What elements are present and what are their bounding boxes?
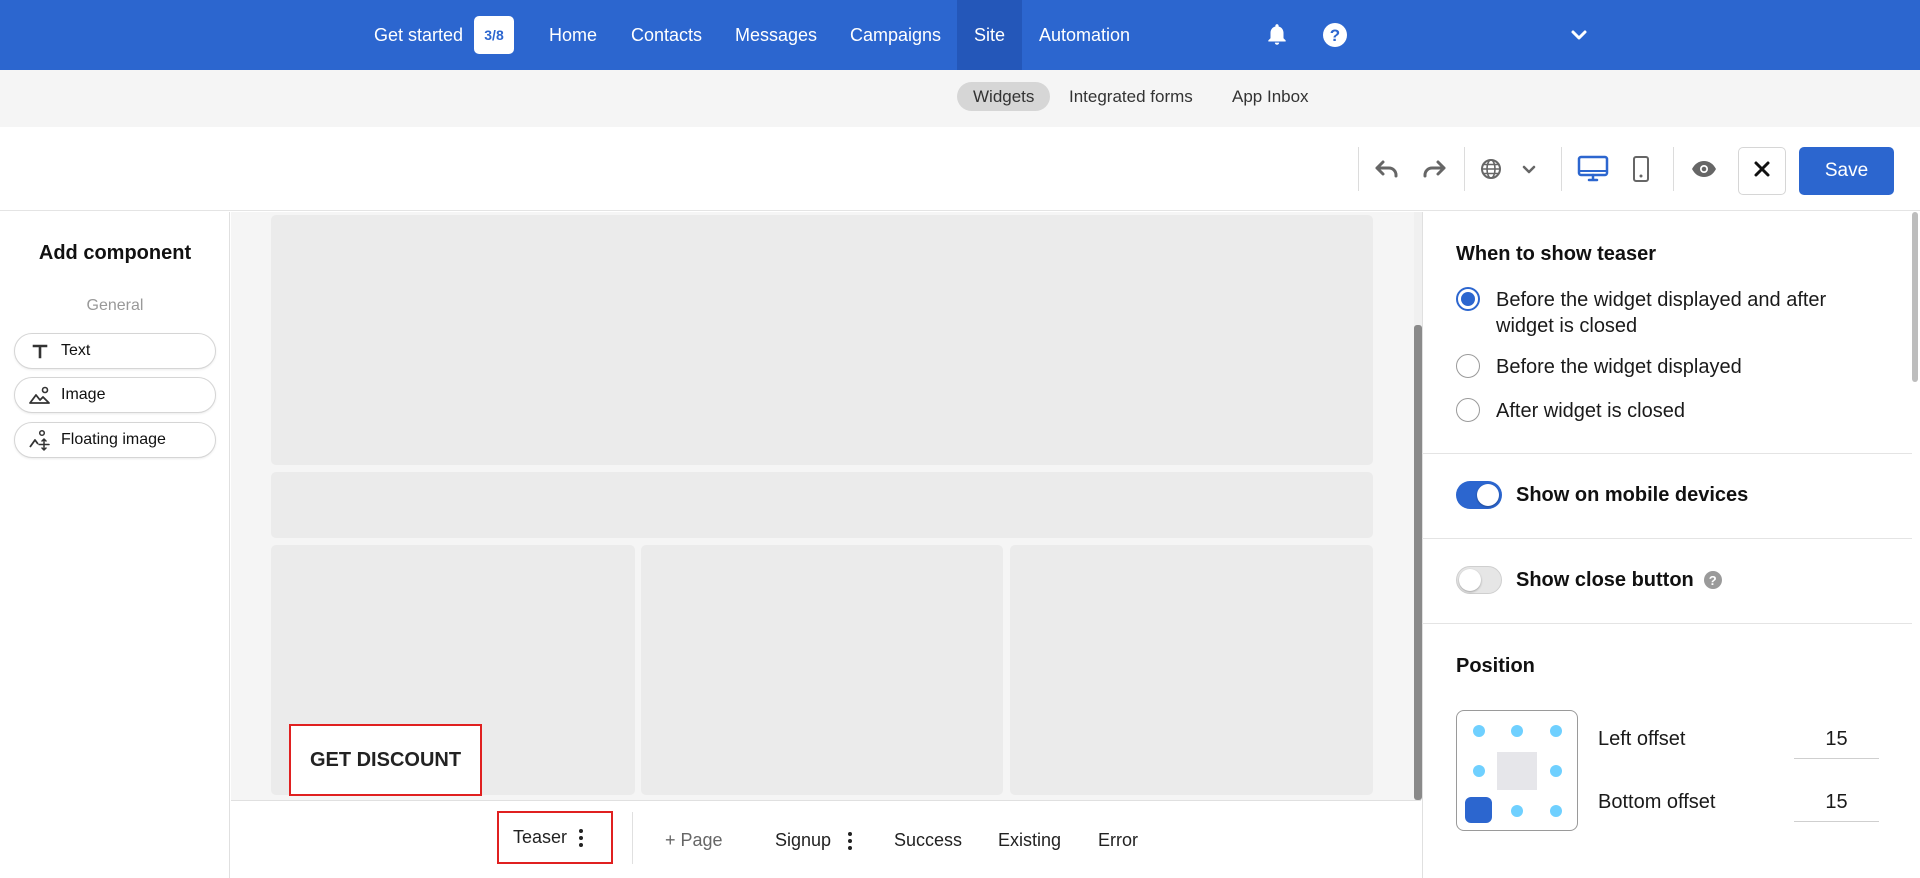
settings-scrollbar[interactable] [1912,212,1918,382]
nav-automation[interactable]: Automation [1039,0,1130,70]
left-offset-input[interactable]: 15 [1794,719,1879,759]
bottom-offset-input[interactable]: 15 [1794,782,1879,822]
save-button[interactable]: Save [1799,147,1894,195]
tab-existing[interactable]: Existing [998,801,1061,878]
position-center-preview [1497,752,1537,790]
show-close-button-toggle[interactable] [1456,566,1502,594]
section-divider [1422,623,1912,624]
radio-after-closed[interactable]: After widget is closed [1456,398,1685,424]
subnav-integrated-forms[interactable]: Integrated forms [1069,82,1193,111]
plus-icon: + [665,830,681,850]
bottom-offset-label: Bottom offset [1598,791,1716,813]
add-page-tab[interactable]: + Page [665,801,723,878]
nav-home[interactable]: Home [549,0,597,70]
section-label: General [86,297,144,314]
image-icon [29,384,51,406]
component-label: Text [61,342,91,359]
position-bottom-right[interactable] [1550,805,1562,817]
eye-icon[interactable] [1690,149,1718,189]
bell-icon[interactable] [1264,0,1290,70]
toolbar-divider [1358,147,1359,191]
placeholder-block[interactable] [1010,545,1373,795]
section-divider [1422,453,1912,454]
radio-before-displayed[interactable]: Before the widget displayed [1456,354,1742,380]
position-picker[interactable] [1456,710,1578,831]
position-top-left[interactable] [1473,725,1485,737]
tab-error[interactable]: Error [1098,801,1138,878]
show-on-mobile-toggle[interactable] [1456,481,1502,509]
position-bottom-center[interactable] [1511,805,1523,817]
page-tabs-bar: + Page Signup Success Existing Error [231,800,1421,878]
subnav-app-inbox[interactable]: App Inbox [1232,82,1309,111]
component-label: Image [61,386,106,403]
position-middle-left[interactable] [1473,765,1485,777]
nav-contacts[interactable]: Contacts [631,0,702,70]
tab-success[interactable]: Success [894,801,962,878]
close-icon [1753,160,1771,183]
mobile-icon[interactable] [1628,149,1654,189]
position-heading: Position [1456,655,1535,677]
nav-campaigns[interactable]: Campaigns [850,0,941,70]
component-text[interactable]: Text [14,333,216,369]
nav-messages[interactable]: Messages [735,0,817,70]
position-top-right[interactable] [1550,725,1562,737]
globe-icon[interactable] [1478,149,1504,189]
position-middle-right[interactable] [1550,765,1562,777]
add-component-panel: Add component General Text Image Floatin… [0,212,230,878]
chevron-down-icon[interactable] [1570,0,1588,70]
widget-canvas[interactable] [231,212,1421,800]
floating-image-icon [29,429,51,451]
component-label: Floating image [61,431,166,448]
nav-site[interactable]: Site [957,0,1023,70]
nav-get-started[interactable]: Get started [374,0,463,70]
more-options-icon[interactable] [579,828,584,847]
toolbar-divider [1561,147,1562,191]
toolbar-divider [1464,147,1465,191]
help-icon[interactable]: ? [1322,0,1348,70]
component-image[interactable]: Image [14,377,216,413]
progress-badge[interactable]: 3/8 [474,16,514,54]
desktop-icon[interactable] [1576,149,1610,189]
close-button[interactable] [1738,147,1786,195]
undo-icon[interactable] [1372,149,1402,189]
teaser-button[interactable]: GET DISCOUNT [289,724,482,796]
svg-text:?: ? [1330,26,1340,45]
radio-button[interactable] [1456,398,1480,422]
tab-divider [632,812,633,864]
tab-signup[interactable]: Signup [775,801,853,878]
help-icon[interactable]: ? [1703,571,1722,589]
position-top-center[interactable] [1511,725,1523,737]
radio-button[interactable] [1456,354,1480,378]
when-to-show-heading: When to show teaser [1456,243,1657,265]
tab-teaser[interactable]: Teaser [497,811,613,864]
panel-title: Add component [38,242,192,264]
show-on-mobile-row[interactable]: Show on mobile devices [1456,481,1748,509]
position-bottom-left-selected[interactable] [1465,797,1492,823]
component-floating-image[interactable]: Floating image [14,422,216,458]
redo-icon[interactable] [1419,149,1449,189]
radio-button[interactable] [1456,287,1480,311]
placeholder-block[interactable] [271,215,1373,465]
placeholder-block[interactable] [271,472,1373,538]
editor-toolbar: Save [0,127,1920,211]
show-close-button-row[interactable]: Show close button ? [1456,566,1722,594]
toolbar-divider [1673,147,1674,191]
left-offset-label: Left offset [1598,728,1686,750]
placeholder-block[interactable] [641,545,1003,795]
radio-before-and-after[interactable]: Before the widget displayed and after wi… [1456,287,1826,339]
more-options-icon[interactable] [848,832,853,851]
sub-navigation: Widgets Integrated forms App Inbox [0,70,1920,127]
canvas-scrollbar[interactable] [1414,325,1422,800]
text-icon [29,340,51,362]
subnav-widgets[interactable]: Widgets [957,82,1051,111]
language-dropdown-chevron-icon[interactable] [1518,149,1540,189]
section-divider [1422,538,1912,539]
top-navigation: Get started 3/8 Home Contacts Messages C… [0,0,1920,70]
